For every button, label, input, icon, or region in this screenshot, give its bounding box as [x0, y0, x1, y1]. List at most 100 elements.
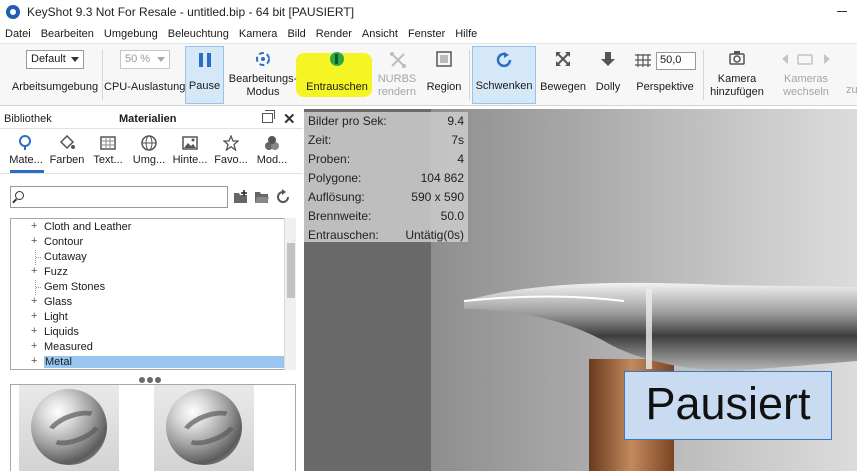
expand-plus-icon[interactable]: +	[31, 220, 37, 232]
workspace-label: Arbeitsumgebung	[11, 81, 99, 93]
minimize-icon[interactable]	[837, 11, 847, 12]
toolbar-divider	[102, 50, 103, 100]
tab-textures[interactable]: Text...	[88, 130, 128, 174]
open-folder-icon[interactable]	[254, 189, 270, 205]
refresh-icon[interactable]	[275, 189, 291, 205]
stat-value: 590 x 590	[411, 190, 464, 204]
edit-mode-icon	[256, 52, 270, 66]
switch-camera-label-1: Kameras	[783, 73, 829, 85]
add-folder-icon[interactable]	[233, 189, 249, 205]
expand-plus-icon[interactable]: +	[31, 355, 37, 367]
tab-materials[interactable]: Mate...	[6, 130, 46, 174]
restore-window-icon[interactable]	[262, 110, 275, 123]
expand-plus-icon[interactable]: +	[31, 235, 37, 247]
image-icon	[182, 136, 198, 150]
pause-icon	[199, 53, 211, 67]
tab-label: Favo...	[214, 154, 248, 166]
material-thumbnail[interactable]	[19, 385, 119, 471]
tree-item-label: Light	[44, 311, 68, 323]
perspective-control: 50,0 Perspektive	[630, 46, 700, 104]
workspace-select-value: Default	[31, 53, 66, 65]
stat-key: Entrauschen:	[308, 228, 379, 242]
close-icon[interactable]: ✕	[283, 110, 296, 128]
tree-item[interactable]: + Glass	[11, 295, 283, 310]
library-tabs: Mate... Farben Text... Umg... Hinte... F…	[0, 130, 303, 174]
stat-value: 7s	[451, 133, 464, 147]
tree-item[interactable]: + Liquids	[11, 325, 283, 340]
cpu-usage-label: CPU-Auslastung	[104, 81, 186, 93]
menu-datei[interactable]: Datei	[0, 28, 36, 40]
menu-bearbeiten[interactable]: Bearbeiten	[36, 28, 99, 40]
stat-value: 9.4	[447, 114, 464, 128]
edit-mode-label-2: Modus	[246, 86, 280, 98]
tree-item[interactable]: Cutaway	[11, 250, 283, 265]
active-tab-indicator	[10, 170, 44, 173]
menu-hilfe[interactable]: Hilfe	[450, 28, 482, 40]
main-toolbar: Default Arbeitsumgebung 50 % CPU-Auslast…	[0, 44, 857, 106]
library-search-box[interactable]	[10, 186, 228, 208]
denoise-button[interactable]: Entrauschen	[303, 46, 371, 104]
tab-label: Text...	[93, 154, 123, 166]
tree-item[interactable]: + Measured	[11, 340, 283, 355]
splitter-handle[interactable]	[139, 374, 167, 383]
move-arrows-icon	[556, 52, 570, 66]
nurbs-render-button[interactable]: NURBS rendern	[374, 46, 420, 104]
edit-mode-button[interactable]: Bearbeitungs- Modus	[226, 46, 300, 104]
scrollbar-thumb[interactable]	[287, 243, 295, 298]
menu-render[interactable]: Render	[311, 28, 357, 40]
material-folder-tree: + Cloth and Leather + Contour Cutaway + Fuz…	[10, 218, 296, 370]
cpu-usage-select[interactable]: 50 %	[120, 50, 170, 69]
menu-bar: Datei Bearbeiten Umgebung Beleuchtung Ka…	[0, 24, 857, 44]
menu-kamera[interactable]: Kamera	[234, 28, 283, 40]
menu-ansicht[interactable]: Ansicht	[357, 28, 403, 40]
material-thumbnail[interactable]	[154, 385, 254, 471]
menu-umgebung[interactable]: Umgebung	[99, 28, 163, 40]
pause-button[interactable]: Pause	[185, 46, 224, 104]
title-bar: KeyShot 9.3 Not For Resale - untitled.bi…	[0, 0, 857, 24]
menu-fenster[interactable]: Fenster	[403, 28, 450, 40]
tree-item-selected[interactable]: + Metal	[11, 355, 284, 369]
menu-beleuchtung[interactable]: Beleuchtung	[163, 28, 234, 40]
tree-item[interactable]: + Fuzz	[11, 265, 283, 280]
tree-item[interactable]: + Contour	[11, 235, 283, 250]
tumble-label: Schwenken	[475, 80, 533, 92]
tab-label: Umg...	[132, 154, 166, 166]
globe-icon	[141, 135, 157, 151]
tumble-button[interactable]: Schwenken	[472, 46, 536, 104]
expand-plus-icon[interactable]: +	[31, 265, 37, 277]
tree-item-label: Liquids	[44, 326, 79, 338]
perspective-grid-icon	[635, 54, 651, 67]
region-label: Region	[426, 81, 462, 93]
move-button[interactable]: Bewegen	[538, 46, 588, 104]
keyshot-logo-icon	[6, 5, 20, 19]
tab-environments[interactable]: Umg...	[129, 130, 169, 174]
dolly-button[interactable]: Dolly	[590, 46, 626, 104]
region-icon	[436, 51, 452, 67]
tab-models[interactable]: Mod...	[252, 130, 292, 174]
paused-indicator: Pausiert	[624, 371, 832, 440]
tab-favorites[interactable]: Favo...	[211, 130, 251, 174]
tree-item[interactable]: + Cloth and Leather	[11, 220, 283, 235]
tab-backplates[interactable]: Hinte...	[170, 130, 210, 174]
tree-item[interactable]: + Light	[11, 310, 283, 325]
library-search-input[interactable]	[29, 189, 224, 205]
region-button[interactable]: Region	[422, 46, 466, 104]
perspective-input[interactable]: 50,0	[656, 52, 696, 70]
menu-bild[interactable]: Bild	[282, 28, 310, 40]
tree-item-label: Cloth and Leather	[44, 221, 132, 233]
tree-scrollbar[interactable]	[284, 218, 296, 370]
workspace-select[interactable]: Default	[26, 50, 84, 69]
expand-plus-icon[interactable]: +	[31, 325, 37, 337]
add-camera-button[interactable]: Kamera hinzufügen	[706, 46, 768, 104]
tree-item[interactable]: Gem Stones	[11, 280, 283, 295]
tab-colors[interactable]: Farben	[47, 130, 87, 174]
expand-plus-icon[interactable]: +	[31, 295, 37, 307]
models-icon	[265, 136, 279, 150]
expand-plus-icon[interactable]: +	[31, 310, 37, 322]
render-stats-overlay: Bilder pro Sek: 9.4 Zeit: 7s Proben: 4 Poly…	[304, 112, 468, 242]
expand-plus-icon[interactable]: +	[31, 340, 37, 352]
switch-camera-button[interactable]: Kameras wechseln	[772, 46, 840, 104]
stat-key: Bilder pro Sek:	[308, 114, 387, 128]
nurbs-icon	[390, 52, 406, 68]
stat-row: Zeit: 7s	[308, 131, 464, 150]
